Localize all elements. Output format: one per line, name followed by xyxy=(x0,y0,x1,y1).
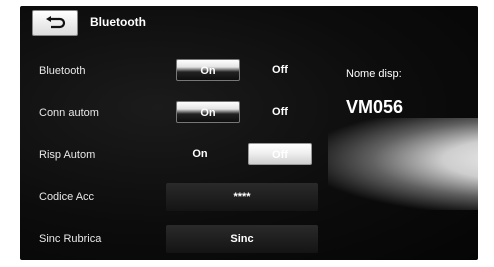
conn-autom-off-button[interactable]: Off xyxy=(256,101,304,123)
back-button[interactable] xyxy=(32,10,78,36)
back-arrow-icon xyxy=(46,16,66,29)
conn-autom-on-button[interactable]: On xyxy=(176,101,240,123)
light-glare xyxy=(328,118,478,210)
bluetooth-settings-screen: Bluetooth Bluetooth On Off Conn autom On… xyxy=(20,6,478,260)
sinc-button[interactable]: Sinc xyxy=(166,225,318,253)
page-title: Bluetooth xyxy=(90,15,146,29)
device-name-value: VM056 xyxy=(346,97,404,117)
conn-autom-label: Conn autom xyxy=(39,107,99,119)
risp-autom-label: Risp Autom xyxy=(39,149,96,161)
title-bar: Bluetooth xyxy=(20,6,478,42)
device-name-label: Nome disp: xyxy=(346,68,402,80)
bluetooth-off-button[interactable]: Off xyxy=(256,59,304,81)
bluetooth-on-button[interactable]: On xyxy=(176,59,240,81)
bluetooth-label: Bluetooth xyxy=(39,65,86,77)
codice-acc-field[interactable]: **** xyxy=(166,183,318,211)
risp-autom-on-button[interactable]: On xyxy=(176,143,224,165)
codice-acc-label: Codice Acc xyxy=(39,191,95,203)
risp-autom-off-button[interactable]: Off xyxy=(248,143,312,165)
sinc-rubrica-label: Sinc Rubrica xyxy=(39,233,102,245)
